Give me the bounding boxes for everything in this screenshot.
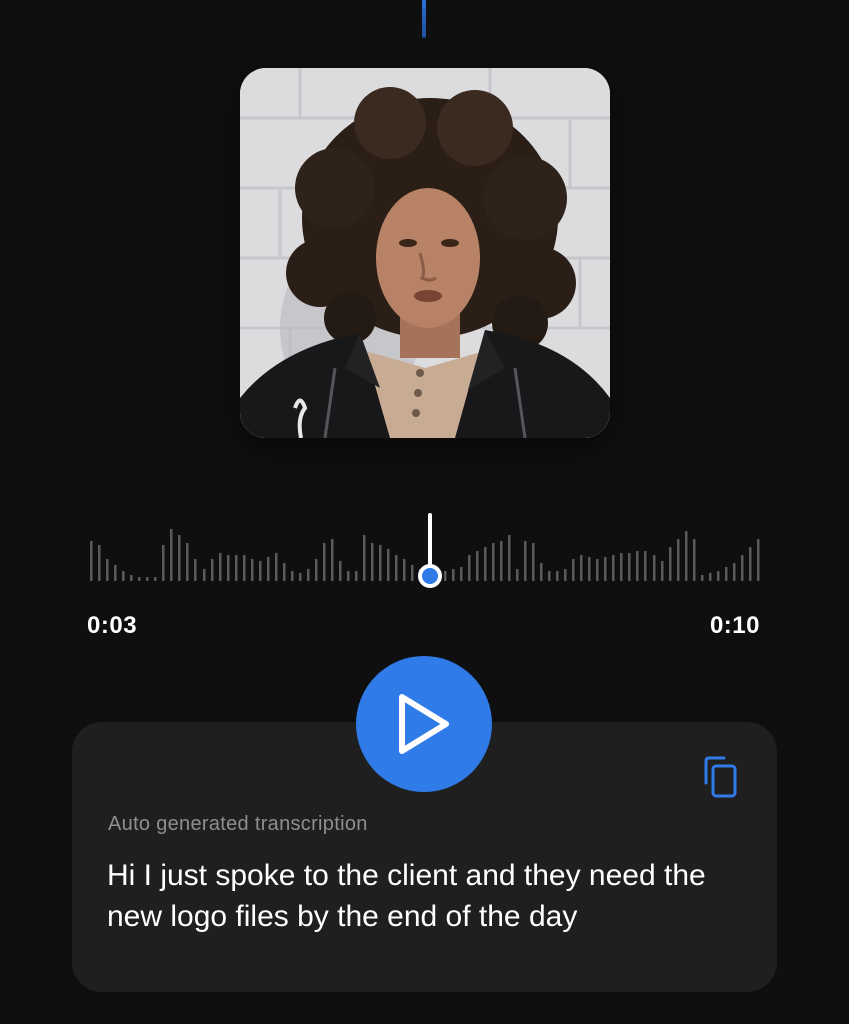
waveform-bar [227, 555, 230, 581]
waveform-bar [307, 569, 310, 581]
waveform-bar [580, 555, 583, 581]
waveform-bar [524, 541, 527, 581]
waveform-bar [291, 571, 294, 581]
waveform-bar [138, 577, 141, 581]
current-time: 0:03 [87, 612, 138, 639]
waveform-bar [677, 539, 680, 581]
waveform-bar [572, 559, 575, 581]
waveform-bar [444, 571, 447, 581]
waveform-bar [685, 531, 688, 581]
audio-waveform[interactable] [88, 505, 763, 590]
waveform-bar [653, 555, 656, 581]
waveform-bar [516, 569, 519, 581]
waveform-bar [275, 553, 278, 581]
waveform-bar [371, 543, 374, 581]
waveform-bar [363, 535, 366, 581]
waveform-bar [693, 539, 696, 581]
waveform-bar [476, 551, 479, 581]
waveform-bar [130, 575, 133, 581]
waveform-bar [661, 561, 664, 581]
play-button[interactable] [356, 656, 492, 792]
copy-button[interactable] [700, 755, 740, 801]
waveform-bar [669, 547, 672, 581]
waveform-bar [403, 559, 406, 581]
waveform-bar [122, 571, 125, 581]
waveform-bar [170, 529, 173, 581]
waveform-bar [379, 545, 382, 581]
waveform-bar [484, 547, 487, 581]
waveform-bar [757, 539, 760, 581]
waveform-bar [492, 543, 495, 581]
top-indicator [422, 0, 426, 38]
waveform-bar [323, 543, 326, 581]
waveform-bar [299, 573, 302, 581]
playhead-handle[interactable] [418, 564, 442, 588]
waveform-bar [178, 535, 181, 581]
waveform-bar [733, 563, 736, 581]
waveform-bar [452, 569, 455, 581]
waveform-bar [114, 565, 117, 581]
waveform-bar [98, 545, 101, 581]
waveform-bar [636, 551, 639, 581]
waveform-bar [219, 553, 222, 581]
waveform-bar [620, 553, 623, 581]
waveform-bar [596, 559, 599, 581]
waveform-bar [395, 555, 398, 581]
waveform-bar [725, 567, 728, 581]
waveform-bar [604, 557, 607, 581]
waveform-bar [243, 555, 246, 581]
waveform-bar [548, 571, 551, 581]
waveform-bar [468, 555, 471, 581]
play-icon [399, 694, 449, 754]
waveform-bar [500, 541, 503, 581]
waveform-bar [267, 557, 270, 581]
transcription-text[interactable]: Hi I just spoke to the client and they n… [107, 855, 747, 937]
waveform-bar [331, 539, 334, 581]
waveform-bar [709, 573, 712, 581]
waveform-bar [556, 571, 559, 581]
waveform-bar [460, 567, 463, 581]
avatar-image [240, 68, 610, 438]
waveform-bar [588, 557, 591, 581]
waveform-bar [701, 575, 704, 581]
waveform-bar [211, 559, 214, 581]
waveform-bar [612, 555, 615, 581]
waveform-bar [741, 555, 744, 581]
waveform-bar [146, 577, 149, 581]
waveform-bar [283, 563, 286, 581]
waveform-bar [411, 565, 414, 581]
waveform-bar [162, 545, 165, 581]
avatar [240, 68, 610, 438]
waveform-bar [194, 559, 197, 581]
copy-icon [704, 756, 737, 798]
waveform-bar [259, 561, 262, 581]
waveform-bar [315, 559, 318, 581]
waveform-bar [717, 571, 720, 581]
waveform-bar [644, 551, 647, 581]
waveform-bar [355, 571, 358, 581]
waveform-bar [749, 547, 752, 581]
transcription-caption: Auto generated transcription [108, 813, 368, 835]
waveform-bar [532, 543, 535, 581]
waveform-bar [235, 555, 238, 581]
waveform-bar [339, 561, 342, 581]
waveform-bar [628, 553, 631, 581]
waveform-bar [203, 569, 206, 581]
waveform-bar [387, 549, 390, 581]
waveform-bar [347, 571, 350, 581]
waveform-bar [106, 559, 109, 581]
voice-message-screen: 0:03 0:10 Auto generated transcription H… [0, 0, 849, 1024]
waveform-bar [540, 563, 543, 581]
waveform-bar [90, 541, 93, 581]
waveform-bar [186, 543, 189, 581]
total-duration: 0:10 [709, 612, 760, 639]
waveform-bar [251, 559, 254, 581]
waveform-bar [508, 535, 511, 581]
waveform-bar [564, 569, 567, 581]
waveform-bar [154, 577, 157, 581]
